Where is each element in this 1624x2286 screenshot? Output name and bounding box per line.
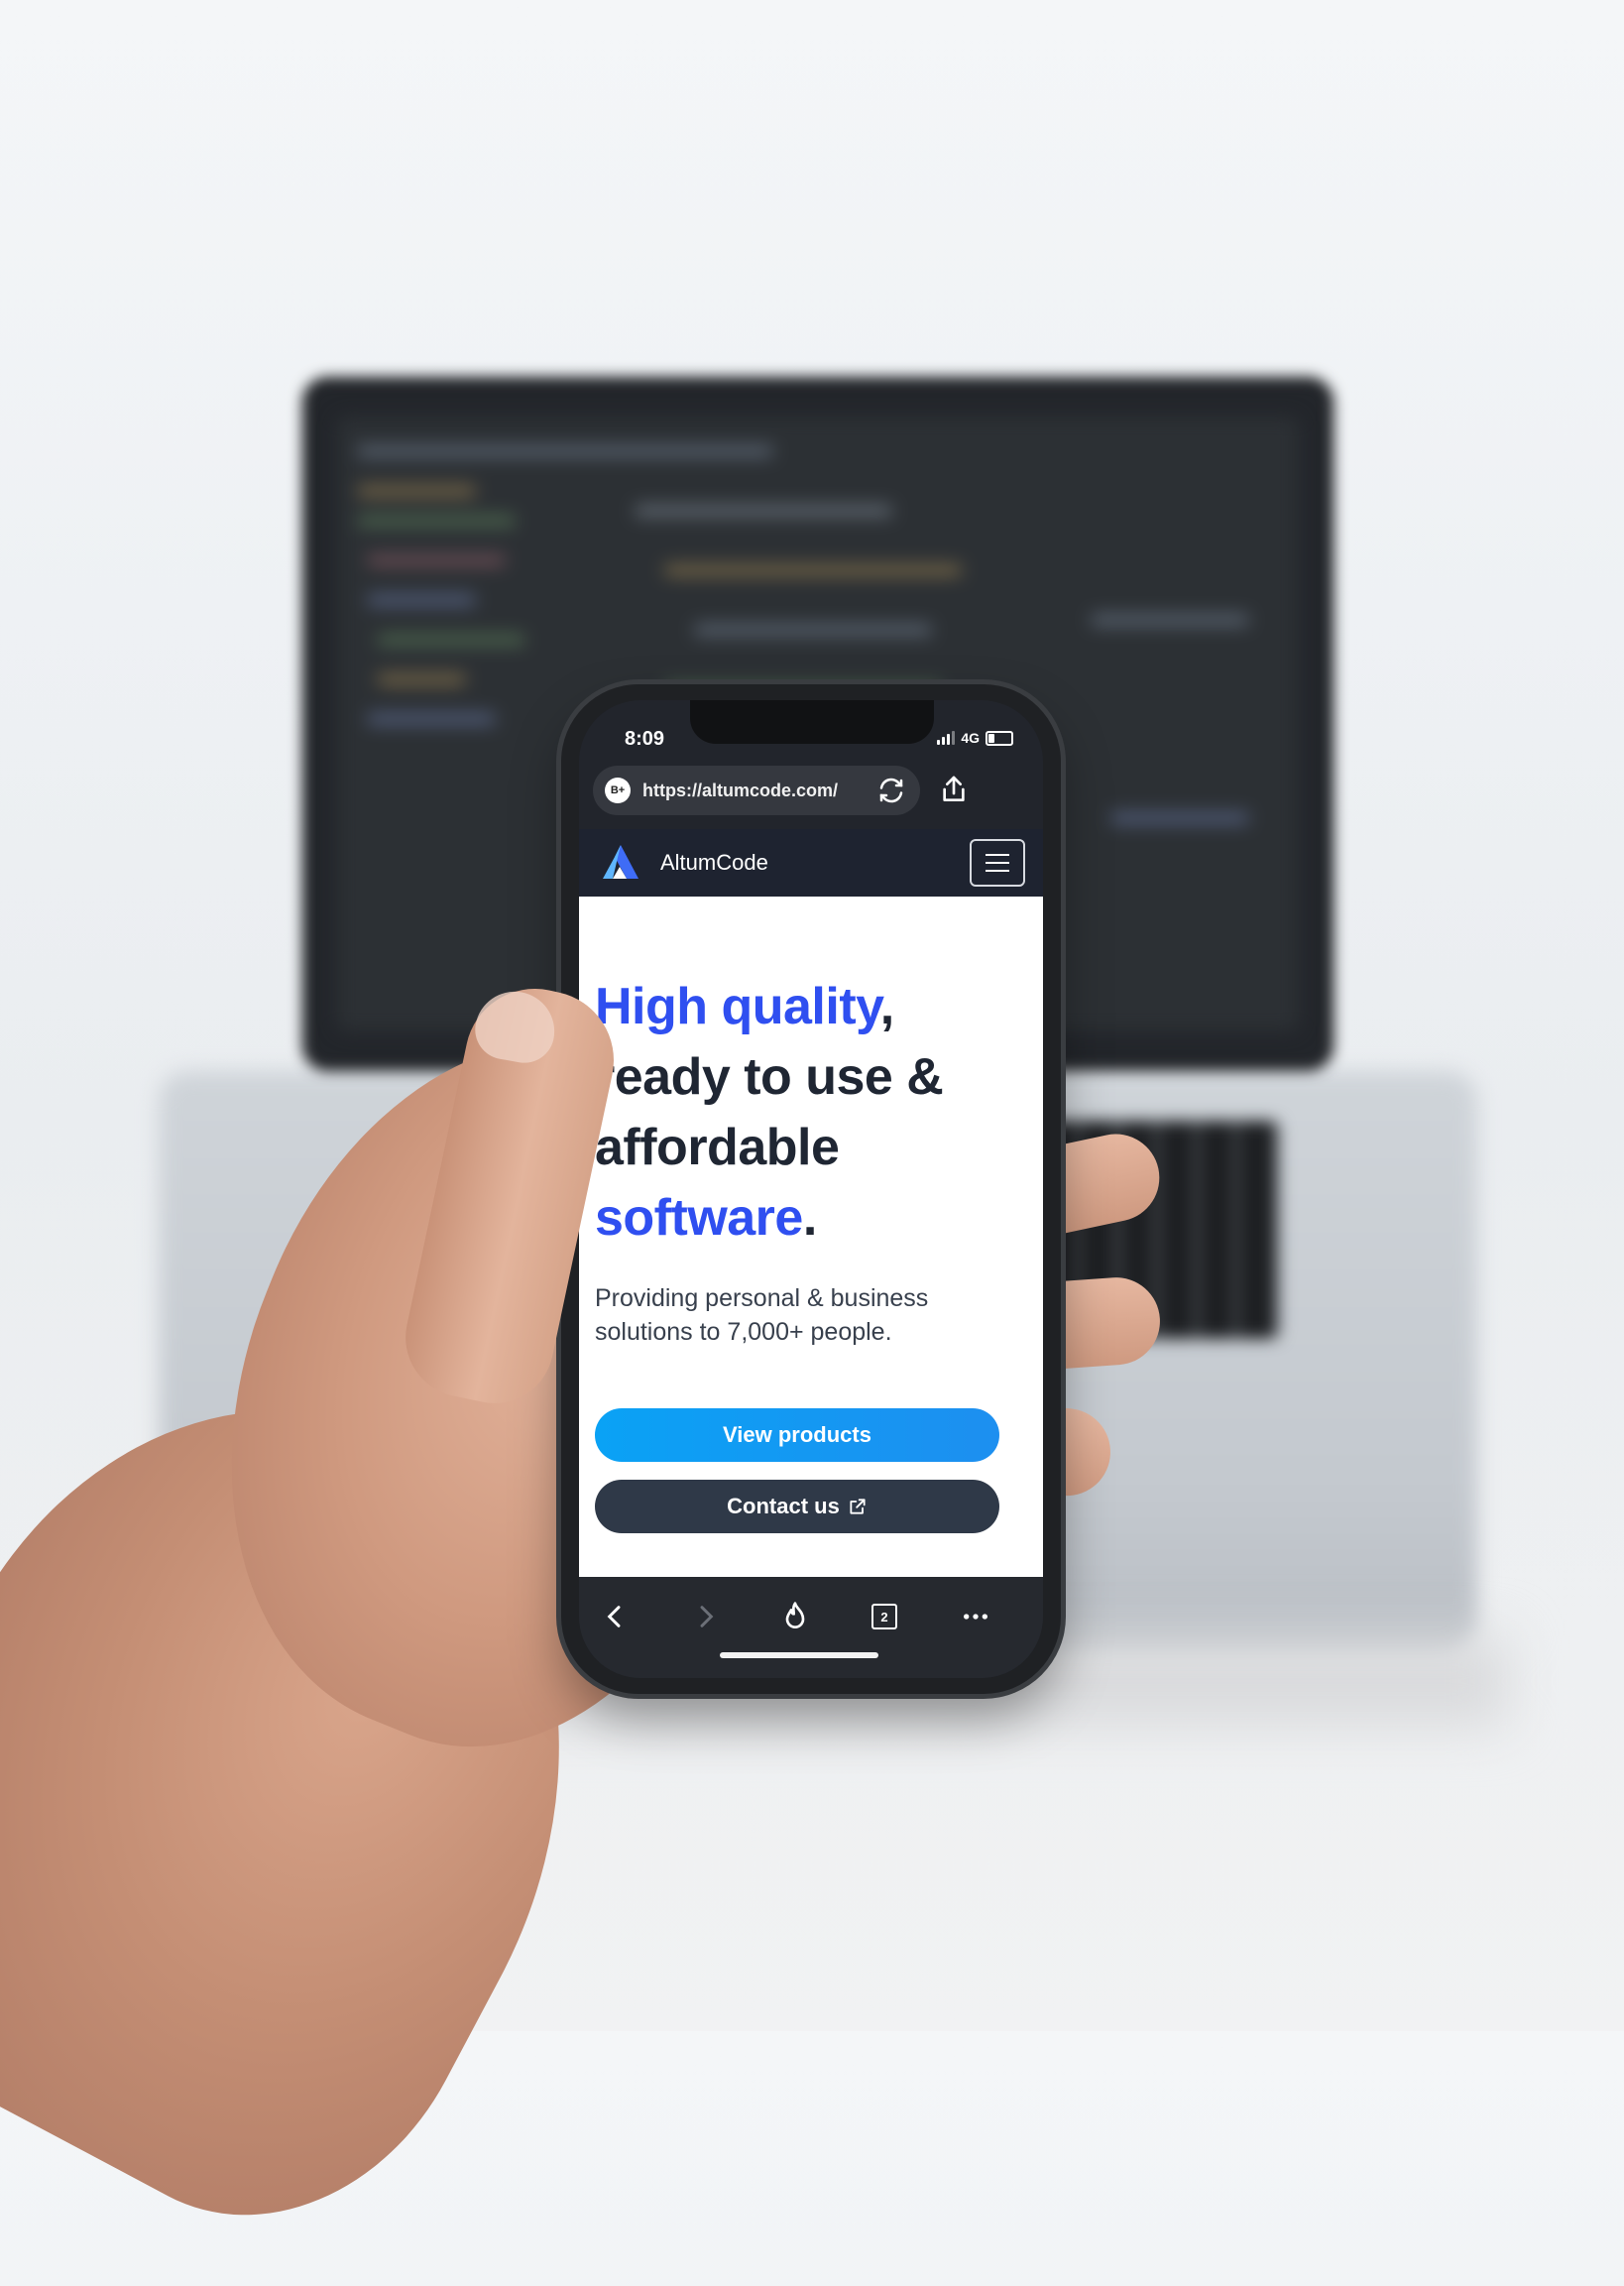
more-dots-icon[interactable]: [960, 1601, 991, 1632]
url-bar[interactable]: B+ https://altumcode.com/: [593, 766, 920, 815]
photo-scene: 8:09 4G B+ https://altumcode.com/ AltumC…: [0, 0, 1624, 2286]
tabs-icon[interactable]: 2: [869, 1601, 900, 1632]
home-indicator[interactable]: [720, 1652, 878, 1658]
hero-line-3: affordable: [595, 1119, 840, 1176]
chevron-left-icon[interactable]: [599, 1601, 631, 1632]
brand-name[interactable]: AltumCode: [660, 850, 768, 876]
view-products-label: View products: [723, 1422, 871, 1447]
smartphone: 8:09 4G B+ https://altumcode.com/ AltumC…: [561, 684, 1061, 1694]
hero-heading: High quality, ready to use & affordable sof…: [595, 972, 1031, 1254]
site-badge[interactable]: B+: [605, 778, 631, 803]
contact-us-label: Contact us: [727, 1494, 840, 1518]
contact-us-button[interactable]: Contact us: [595, 1480, 999, 1533]
external-link-icon: [850, 1499, 866, 1514]
battery-icon: [986, 730, 1013, 746]
hero-period: .: [802, 1189, 817, 1247]
hero-accent-2: software: [595, 1189, 803, 1247]
hero-accent-1: High quality: [595, 978, 880, 1035]
signal-icon: [937, 731, 956, 745]
hero-comma: ,: [879, 978, 894, 1035]
hero-subtitle: Providing personal & business solutions …: [595, 1284, 929, 1346]
tab-count: 2: [871, 1604, 897, 1629]
fire-icon[interactable]: [779, 1601, 811, 1632]
phone-screen: 8:09 4G B+ https://altumcode.com/ AltumC…: [579, 700, 1043, 1678]
reload-icon[interactable]: [876, 776, 906, 805]
url-text[interactable]: https://altumcode.com/: [642, 781, 876, 801]
share-icon[interactable]: [938, 774, 970, 805]
browser-toolbar: 2: [579, 1577, 1043, 1678]
chevron-right-icon[interactable]: [690, 1601, 722, 1632]
altumcode-logo-icon[interactable]: [599, 841, 642, 885]
site-page: High quality, ready to use & affordable sof…: [579, 897, 1043, 1577]
phone-notch: [690, 700, 934, 744]
network-label: 4G: [961, 730, 980, 746]
view-products-button[interactable]: View products: [595, 1408, 999, 1462]
hamburger-menu-icon[interactable]: [970, 839, 1025, 887]
status-time: 8:09: [625, 728, 665, 750]
site-navbar: AltumCode: [579, 829, 1043, 897]
hero-line-2: ready to use &: [595, 1048, 944, 1106]
status-indicators: 4G: [937, 730, 1013, 746]
